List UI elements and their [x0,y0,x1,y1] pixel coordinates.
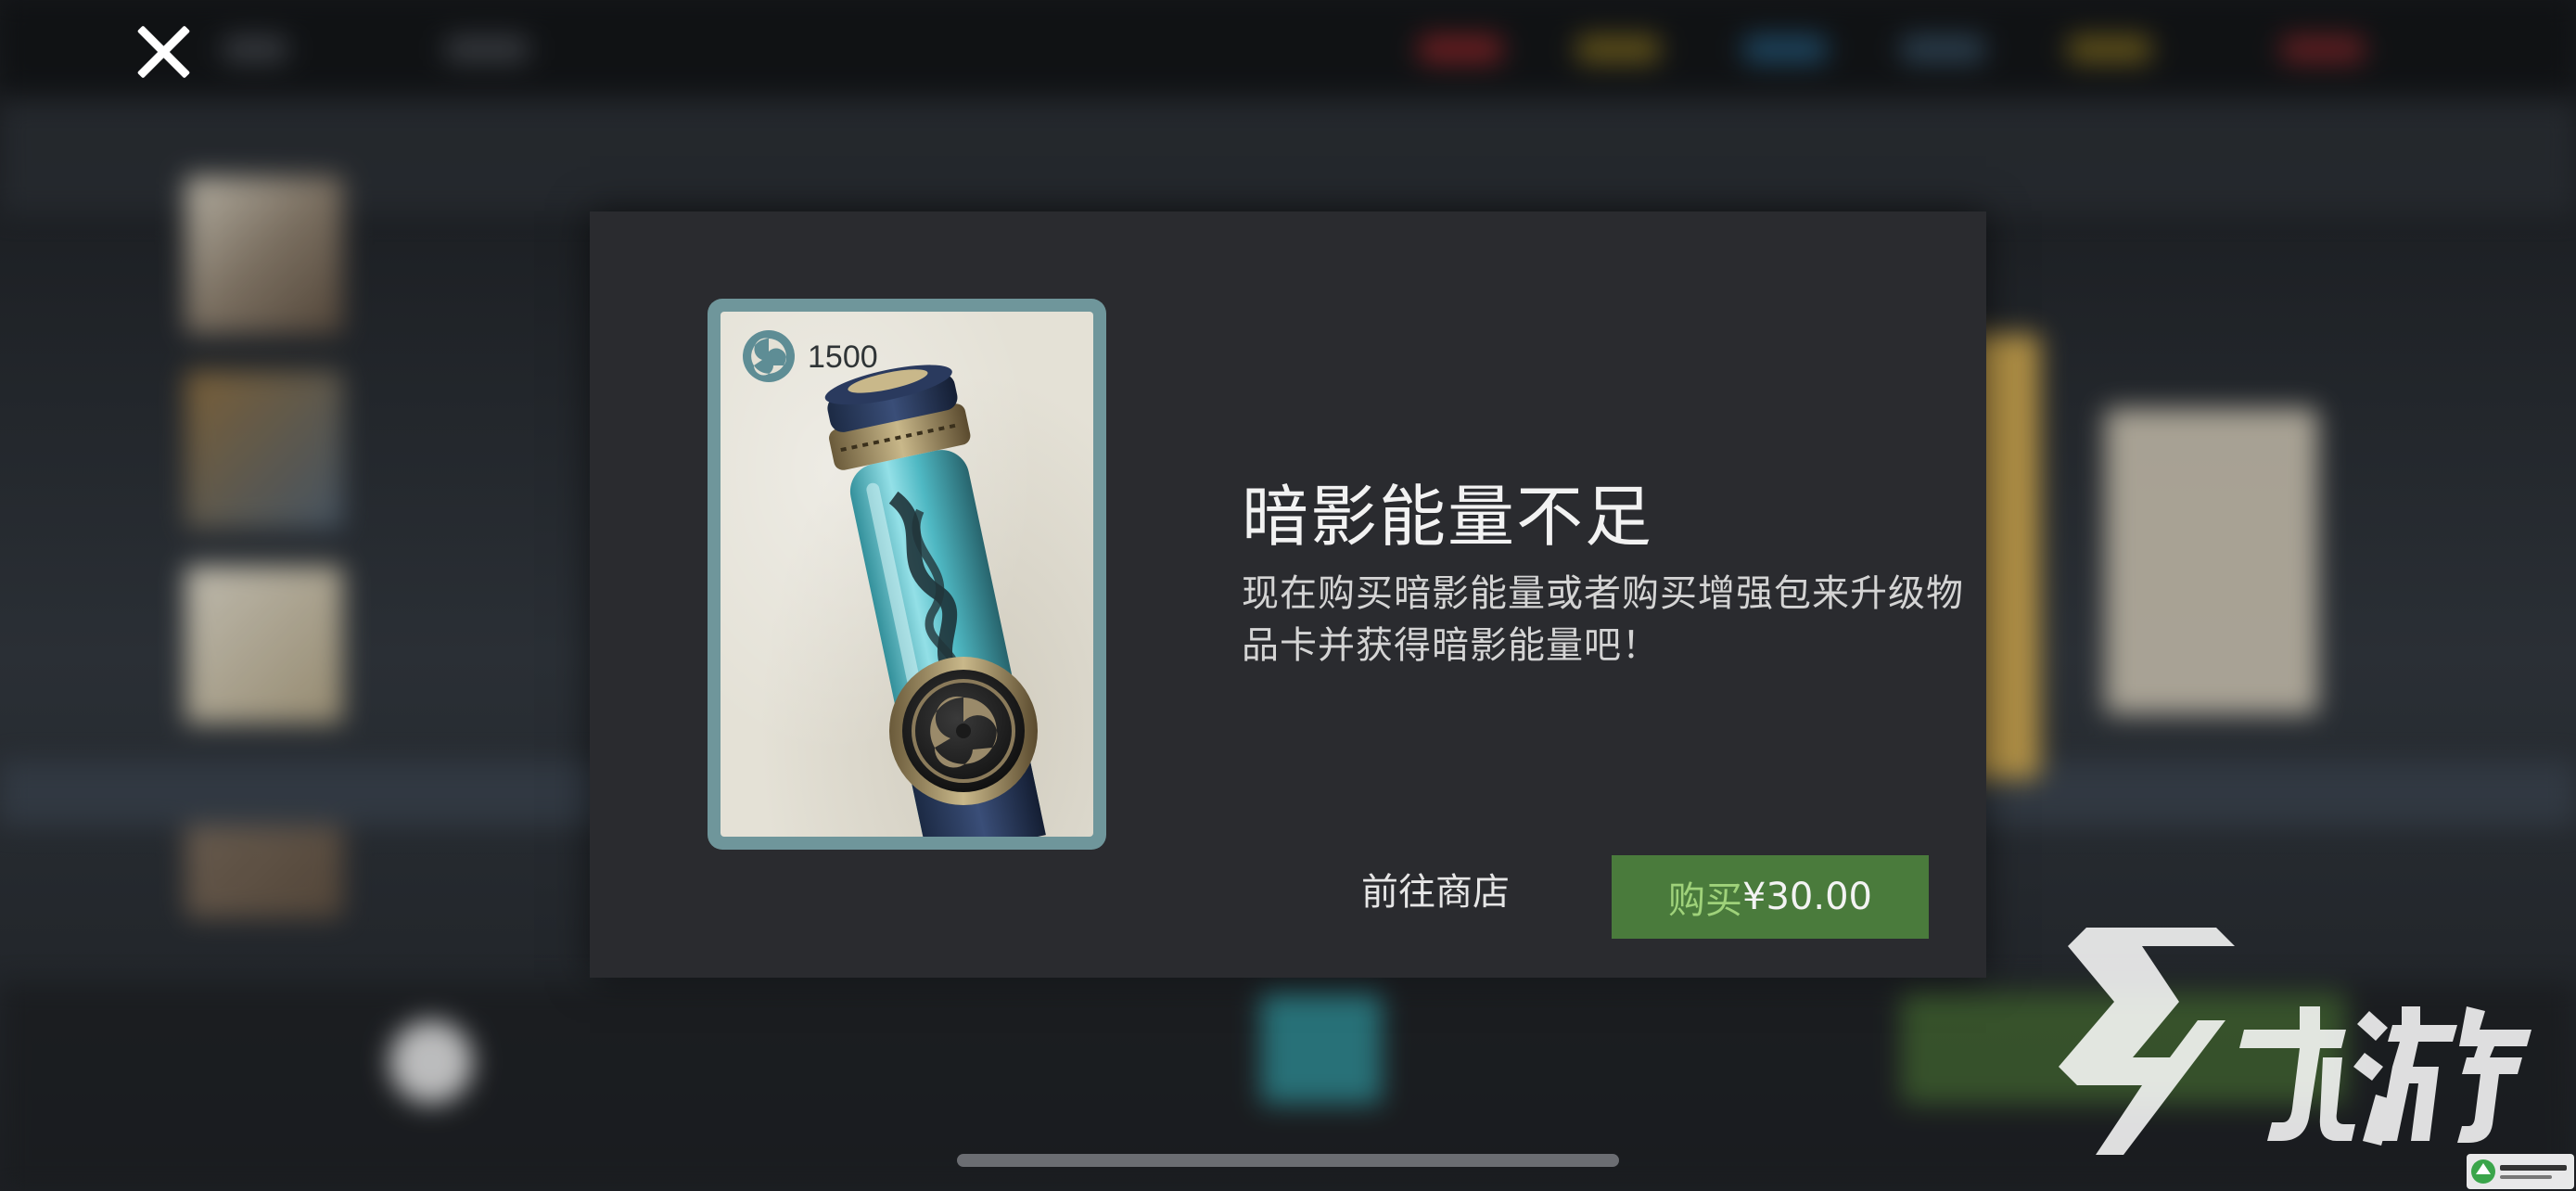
item-card-face: 1500 [721,312,1093,837]
dialog-message: 现在购买暗影能量或者购买增强包来升级物品卡并获得暗影能量吧！ [1242,572,1964,667]
go-to-store-button[interactable]: 前往商店 [1296,855,1575,929]
item-card: 1500 [708,299,1106,850]
app-screen: 1500 暗影能量不足 现在购买暗影能量或者购买增强包来升级物品卡并获得暗影能量… [0,0,2576,1191]
insufficient-energy-dialog: 1500 暗影能量不足 现在购买暗影能量或者购买增强包来升级物品卡并获得暗影能量… [590,211,1986,978]
site-watermark-badge [2467,1154,2574,1189]
close-button[interactable] [128,17,198,87]
shadow-energy-icon [743,330,795,382]
dialog-title: 暗影能量不足 [1242,478,1654,556]
home-indicator[interactable] [957,1154,1619,1167]
shadow-energy-vial-art [824,365,1046,837]
buy-price: ¥30.00 [1742,876,1872,918]
buy-button[interactable]: 购买 ¥30.00 [1612,855,1929,939]
jiuyou-watermark-logo [2059,928,2531,1155]
buy-label: 购买 [1668,879,1743,922]
energy-cost-value: 1500 [808,339,878,375]
